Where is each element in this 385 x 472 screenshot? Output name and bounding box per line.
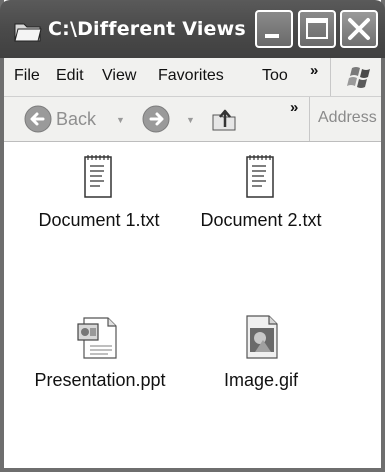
image-icon [246,315,278,359]
file-item[interactable]: Document 1.txt [26,152,172,231]
folder-icon [14,23,42,42]
text-document-icon [84,155,112,198]
back-button-label[interactable]: Back [56,109,96,130]
window-title: C:\Different Views [48,18,246,40]
file-item[interactable]: Presentation.ppt [22,312,178,391]
menu-view[interactable]: View [102,67,136,85]
up-folder-icon[interactable] [210,105,238,133]
menu-tools[interactable]: Too [262,67,288,85]
close-button[interactable] [340,10,378,48]
file-name: Image.gif [223,370,299,390]
window-bottom-border [0,468,385,472]
file-name: Document 1.txt [38,210,160,230]
toolbar: Back ▼ ▼ » Address [4,97,381,142]
file-name: Presentation.ppt [34,370,166,390]
maximize-icon [306,18,328,39]
back-arrow-icon[interactable] [24,105,52,133]
menu-bar: File Edit View Favorites Too » [4,58,381,97]
back-dropdown-icon[interactable]: ▼ [116,115,125,125]
menu-separator [330,58,331,96]
minimize-icon [265,34,279,38]
address-label: Address [318,109,377,126]
menu-edit[interactable]: Edit [56,67,84,85]
menu-overflow-chevron[interactable]: » [310,62,318,79]
presentation-icon [77,317,117,359]
menu-file[interactable]: File [14,67,40,85]
close-icon [348,18,370,40]
title-bar[interactable]: C:\Different Views [0,0,385,58]
windows-logo-icon [347,67,370,88]
minimize-button[interactable] [255,10,293,48]
file-item[interactable]: Document 2.txt [188,152,334,231]
menu-favorites[interactable]: Favorites [158,67,224,85]
explorer-window: C:\Different Views File Edit View Favori… [0,0,385,472]
file-item[interactable]: Image.gif [188,312,334,391]
forward-dropdown-icon[interactable]: ▼ [186,115,195,125]
forward-arrow-icon[interactable] [142,105,170,133]
text-document-icon [246,155,274,198]
toolbar-separator [309,97,310,141]
maximize-button[interactable] [298,10,336,48]
file-list-view: Document 1.txt Document 2.txt Presentati… [4,142,381,468]
file-name: Document 2.txt [200,210,322,230]
toolbar-overflow-chevron[interactable]: » [290,99,298,116]
